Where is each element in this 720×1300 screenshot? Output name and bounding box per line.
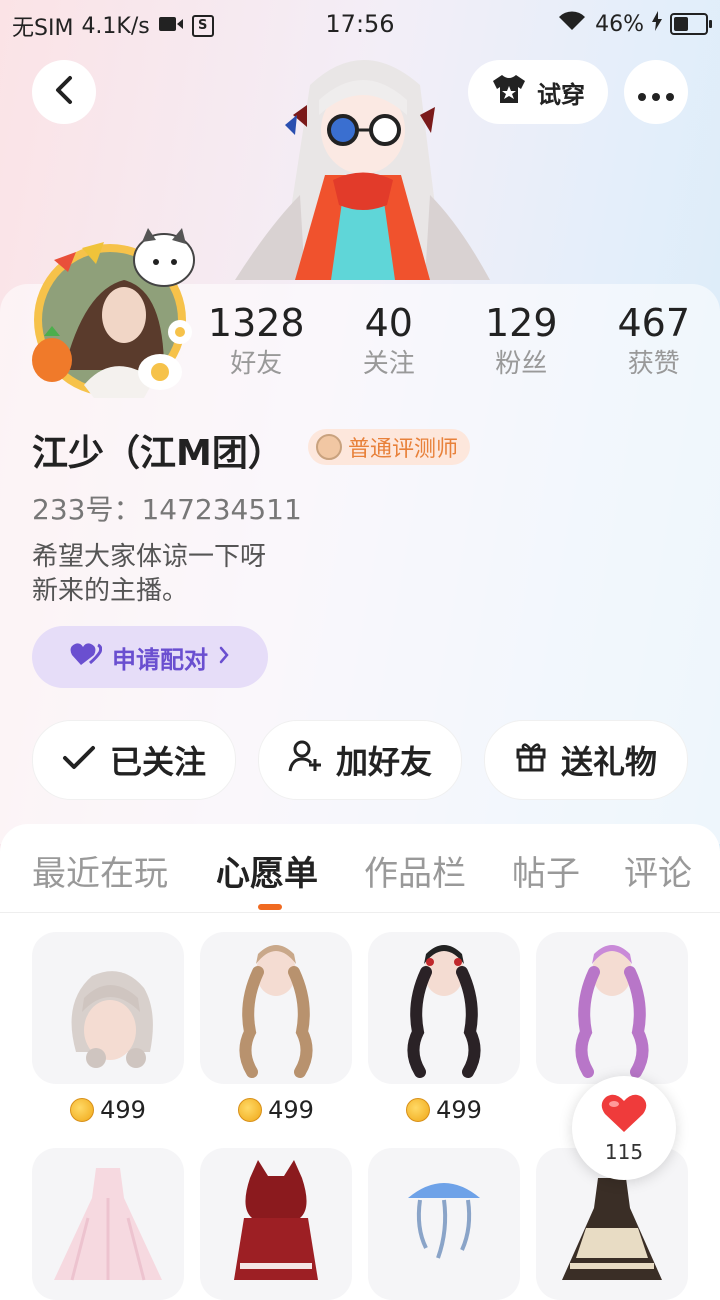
purple-curly-twintails-icon <box>536 932 688 1084</box>
tab-wishlist[interactable]: 心愿单 <box>216 846 318 895</box>
add-person-icon <box>288 739 322 781</box>
add-friend-button[interactable]: 加好友 <box>258 720 462 800</box>
user-bio: 希望大家体谅一下呀 新来的主播。 <box>32 540 392 608</box>
request-pair-button[interactable]: 申请配对 <box>32 626 268 688</box>
send-gift-button[interactable]: 送礼物 <box>484 720 688 800</box>
gift-icon <box>515 740 547 780</box>
status-bar: 无SIM 4.1K/s S 17:56 46% <box>0 0 720 50</box>
request-pair-label: 申请配对 <box>112 640 208 675</box>
active-tab-indicator <box>258 904 282 910</box>
battery-icon <box>670 13 708 35</box>
item-price: 499 <box>368 1096 520 1124</box>
charging-icon <box>652 11 662 37</box>
tab-bar: 最近在玩 心愿单 作品栏 帖子 评论 <box>0 824 720 913</box>
user-name: 江少（江M团） <box>32 424 284 476</box>
more-dots-icon <box>636 76 676 109</box>
item-price: 499 <box>32 1096 184 1124</box>
stat-likes[interactable]: 467 获赞 <box>588 300 720 382</box>
checkmark-icon <box>62 741 96 779</box>
like-count: 115 <box>605 1140 643 1164</box>
wishlist-item[interactable] <box>32 1148 184 1300</box>
black-curly-twintails-icon <box>368 932 520 1084</box>
wishlist-item[interactable] <box>368 932 520 1084</box>
heart-icon <box>600 1092 648 1138</box>
reviewer-badge[interactable]: 普通评测师 <box>308 429 470 465</box>
action-buttons: 已关注 加好友 送礼物 <box>32 720 688 800</box>
chevron-right-icon <box>218 643 230 671</box>
battery-percent: 46% <box>595 12 644 37</box>
jellyfish-accessory-icon <box>368 1148 520 1300</box>
red-riding-hood-outfit-icon <box>200 1148 352 1300</box>
stat-number: 1328 <box>190 300 323 346</box>
reviewer-badge-icon <box>316 434 342 460</box>
stat-number: 467 <box>588 300 720 346</box>
tab-recently-played[interactable]: 最近在玩 <box>32 846 168 895</box>
wishlist-item[interactable] <box>536 932 688 1084</box>
following-label: 已关注 <box>110 737 206 783</box>
tab-posts[interactable]: 帖子 <box>512 846 580 895</box>
stat-number: 129 <box>455 300 588 346</box>
following-button[interactable]: 已关注 <box>32 720 236 800</box>
wishlist-item[interactable] <box>368 1148 520 1300</box>
stat-number: 40 <box>323 300 456 346</box>
double-heart-icon <box>70 641 102 673</box>
tshirt-icon <box>491 73 527 111</box>
chevron-left-icon <box>53 75 75 109</box>
wifi-icon <box>557 10 587 38</box>
badge-label: 普通评测师 <box>348 431 458 463</box>
short-bob-hair-icon <box>32 932 184 1084</box>
coin-icon <box>70 1098 94 1122</box>
wishlist-item[interactable] <box>32 932 184 1084</box>
price-value: 499 <box>268 1096 314 1124</box>
back-button[interactable] <box>32 60 96 124</box>
pink-ball-gown-icon <box>32 1148 184 1300</box>
try-on-button[interactable]: 试穿 <box>468 60 608 124</box>
avatar-character-illustration <box>215 45 510 285</box>
profile-avatar[interactable] <box>24 220 204 400</box>
stat-friends[interactable]: 1328 好友 <box>190 300 323 382</box>
try-on-label: 试穿 <box>537 75 585 110</box>
stats-row: 1328 好友 40 关注 129 粉丝 467 获赞 <box>190 300 720 382</box>
coin-icon <box>238 1098 262 1122</box>
stat-label: 好友 <box>190 346 323 382</box>
wishlist-item[interactable] <box>200 1148 352 1300</box>
tab-comments[interactable]: 评论 <box>624 846 692 895</box>
stat-label: 关注 <box>323 346 456 382</box>
stat-label: 获赞 <box>588 346 720 382</box>
stat-following[interactable]: 40 关注 <box>323 300 456 382</box>
coin-icon <box>406 1098 430 1122</box>
more-button[interactable] <box>624 60 688 124</box>
wishlist-item[interactable] <box>200 932 352 1084</box>
stat-fans[interactable]: 129 粉丝 <box>455 300 588 382</box>
tab-works[interactable]: 作品栏 <box>364 846 466 895</box>
add-friend-label: 加好友 <box>336 737 432 783</box>
blonde-curly-twintails-icon <box>200 932 352 1084</box>
stat-label: 粉丝 <box>455 346 588 382</box>
item-price: 499 <box>200 1096 352 1124</box>
price-value: 499 <box>436 1096 482 1124</box>
price-value: 499 <box>100 1096 146 1124</box>
send-gift-label: 送礼物 <box>561 737 657 783</box>
user-id: 233号：147234511 <box>32 488 302 528</box>
like-button[interactable]: 115 <box>572 1076 676 1180</box>
